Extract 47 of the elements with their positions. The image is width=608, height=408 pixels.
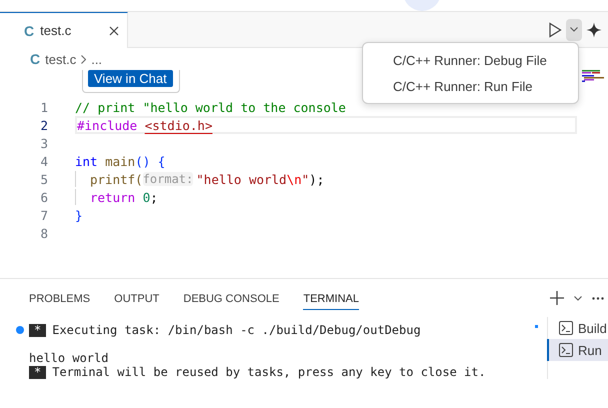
terminal-list-item[interactable]: Build: [547, 317, 608, 339]
line-number: 7: [39, 208, 48, 222]
task-marker: *: [29, 366, 46, 378]
sparkle-icon: [586, 22, 602, 38]
chevron-right-icon: [81, 54, 86, 64]
code-line: }: [75, 207, 84, 223]
tab-label: test.c: [40, 23, 72, 38]
line-number: 1: [39, 100, 48, 114]
code-line: int main() {: [75, 153, 166, 169]
line-number: 4: [39, 154, 48, 168]
code-line: // print "hello world to the console: [75, 99, 347, 115]
minimap-drawing: [582, 70, 604, 82]
panel-tab[interactable]: DEBUG CONSOLE: [183, 288, 280, 310]
code-line: return 0;: [75, 189, 577, 205]
code-line: printf(format: "hello world\n");: [75, 171, 577, 187]
command-status-dot: [16, 326, 24, 334]
view-in-chat-button[interactable]: View in Chat: [88, 70, 173, 87]
editor-tab[interactable]: C test.c: [0, 12, 128, 48]
line-number: 8: [39, 226, 48, 240]
terminal-icon: [559, 321, 573, 335]
terminal-list-item[interactable]: Run: [547, 339, 608, 361]
chevron-down-icon: [574, 296, 582, 300]
more-icon: [592, 296, 604, 300]
marker-icon: [535, 325, 538, 328]
menu-item[interactable]: C/C++ Runner: Run File: [363, 73, 578, 99]
terminal-text: Terminal will be reused by tasks, press any key to close it.: [52, 365, 486, 379]
panel-tab[interactable]: OUTPUT: [114, 288, 160, 310]
line-number: 3: [39, 136, 48, 150]
chevron-down-icon: [570, 27, 578, 32]
line-number: 6: [39, 190, 48, 204]
breadcrumb-item[interactable]: test.c: [45, 52, 76, 66]
c-file-icon: C: [24, 22, 34, 38]
task-marker: *: [29, 324, 46, 336]
run-icon: [548, 22, 562, 38]
close-icon: [109, 26, 119, 36]
terminal-text: Executing task: /bin/bash -c ./build/Debug/outDebug: [52, 323, 421, 337]
breadcrumb-item[interactable]: ...: [91, 52, 102, 66]
panel-tab[interactable]: TERMINAL: [303, 288, 359, 310]
c-file-icon: C: [30, 51, 40, 67]
terminal-text: hello world: [29, 351, 108, 365]
terminal-icon: [559, 343, 573, 357]
line-number: 5: [39, 172, 48, 186]
plus-icon: [550, 291, 564, 305]
line-number: 2: [39, 118, 48, 132]
panel-tab[interactable]: PROBLEMS: [29, 288, 90, 310]
run-dropdown-button[interactable]: [566, 18, 582, 40]
menu-item[interactable]: C/C++ Runner: Debug File: [363, 47, 578, 73]
